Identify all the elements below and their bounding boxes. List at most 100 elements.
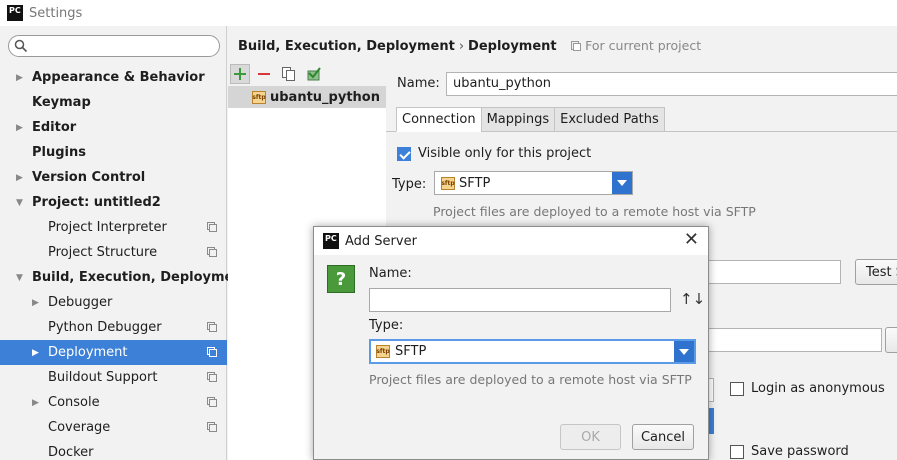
visible-only-label: Visible only for this project: [418, 146, 592, 161]
search-icon: [14, 39, 28, 53]
sidebar-item-label: Debugger: [48, 295, 113, 310]
sidebar-item-label: Deployment: [48, 345, 128, 360]
sidebar-item-label: Build, Execution, Deployment: [32, 270, 249, 285]
sftp-icon: sftp: [252, 90, 266, 104]
name-label: Name:: [397, 76, 440, 91]
project-scope-icon: [571, 41, 582, 51]
sidebar-item[interactable]: ▶ Console: [0, 390, 227, 415]
sidebar-item[interactable]: ▶ Version Control: [0, 165, 227, 190]
close-icon[interactable]: ✕: [684, 231, 699, 249]
breadcrumb: Build, Execution, Deployment › Deployment …: [238, 38, 701, 54]
sidebar-item-label: Appearance & Behavior: [32, 70, 205, 85]
dialog-title-bar: PC Add Server ✕: [314, 227, 708, 255]
sidebar-item-label: Project Structure: [48, 245, 158, 260]
plus-icon: [234, 68, 246, 80]
type-label: Type:: [392, 177, 427, 192]
sidebar-item[interactable]: ▼ Project: untitled2: [0, 190, 227, 215]
type-hint: Project files are deployed to a remote h…: [433, 204, 756, 219]
sidebar-item-label: Buildout Support: [48, 370, 158, 385]
project-scope-icon: [207, 347, 217, 357]
question-icon: ?: [327, 265, 355, 293]
sidebar-item[interactable]: ▶ Deployment: [0, 340, 227, 365]
breadcrumb-separator: ›: [458, 39, 465, 54]
save-password-checkbox[interactable]: [730, 444, 744, 459]
dialog-type-value: SFTP: [395, 344, 427, 359]
collapsed-arrow-icon[interactable]: ▶: [32, 398, 39, 408]
project-scope-icon: [207, 372, 217, 382]
collapsed-arrow-icon[interactable]: ▶: [16, 123, 23, 133]
sidebar-item-label: Console: [48, 395, 100, 410]
sidebar-item[interactable]: Keymap: [0, 90, 227, 115]
dialog-name-input[interactable]: [369, 288, 671, 312]
dialog-hint: Project files are deployed to a remote h…: [369, 372, 692, 387]
dialog-title: Add Server: [345, 233, 417, 249]
server-list-item[interactable]: sftp ubantu_python: [228, 86, 386, 108]
add-server-button[interactable]: [230, 64, 250, 84]
sidebar-item[interactable]: Plugins: [0, 140, 227, 165]
sidebar-item[interactable]: Project Structure: [0, 240, 227, 265]
sort-icon[interactable]: ↑↓: [680, 290, 705, 308]
tab-connection[interactable]: Connection: [396, 107, 482, 132]
sidebar-item-label: Coverage: [48, 420, 111, 435]
host-field[interactable]: [700, 260, 841, 284]
login-anonymous-label: Login as anonymous: [751, 381, 885, 396]
checkbox-checked-icon: [397, 146, 411, 161]
title-bar: PC Settings: [0, 0, 897, 26]
collapsed-arrow-icon[interactable]: ▶: [16, 173, 23, 183]
check-icon: [307, 67, 321, 81]
sidebar-item[interactable]: Docker: [0, 440, 227, 460]
sidebar-item-label: Project: untitled2: [32, 195, 161, 210]
expanded-arrow-icon[interactable]: ▼: [16, 273, 23, 283]
sftp-icon: sftp: [376, 345, 390, 358]
app-logo-icon: PC: [7, 5, 23, 21]
expanded-arrow-icon[interactable]: ▼: [16, 198, 23, 208]
scope-label: For current project: [571, 38, 701, 53]
sidebar-item-label: Docker: [48, 445, 94, 460]
breadcrumb-current: Deployment: [468, 39, 557, 54]
tab-excluded-paths[interactable]: Excluded Paths: [554, 107, 665, 132]
collapsed-arrow-icon[interactable]: ▶: [32, 348, 39, 358]
project-scope-icon: [207, 322, 217, 332]
type-select[interactable]: sftp SFTP: [434, 171, 633, 195]
chevron-down-icon: [674, 341, 694, 362]
search-input[interactable]: [8, 35, 220, 57]
sidebar-item[interactable]: Buildout Support: [0, 365, 227, 390]
ok-button[interactable]: OK: [560, 424, 621, 450]
sidebar-item[interactable]: ▶ Editor: [0, 115, 227, 140]
sidebar-item[interactable]: ▶ Appearance & Behavior: [0, 65, 227, 90]
tab-mappings[interactable]: Mappings: [480, 107, 556, 132]
dialog-type-label: Type:: [369, 318, 404, 333]
sidebar-item[interactable]: Coverage: [0, 415, 227, 440]
add-server-dialog: PC Add Server ✕ ? Name: ↑↓ Type: sftp SF…: [313, 226, 709, 460]
dialog-type-select[interactable]: sftp SFTP: [369, 339, 696, 364]
server-name: ubantu_python: [270, 89, 380, 105]
minus-icon: [258, 73, 270, 75]
cancel-button[interactable]: Cancel: [632, 424, 694, 450]
visible-only-checkbox[interactable]: [397, 146, 411, 161]
window-title: Settings: [29, 5, 83, 21]
breadcrumb-parent: Build, Execution, Deployment: [238, 39, 455, 54]
collapsed-arrow-icon[interactable]: ▶: [32, 298, 39, 308]
project-scope-icon: [207, 422, 217, 432]
copy-icon: [282, 67, 295, 81]
sidebar-item-label: Editor: [32, 120, 77, 135]
collapsed-arrow-icon[interactable]: ▶: [16, 73, 23, 83]
copy-server-button[interactable]: [279, 64, 299, 84]
settings-tree: ▶ Appearance & Behavior Keymap ▶ Editor Plugi…: [0, 65, 249, 460]
server-toolbar: [228, 61, 386, 87]
use-as-default-button[interactable]: [304, 64, 324, 84]
sidebar-item[interactable]: Python Debugger: [0, 315, 227, 340]
app-logo-icon: PC: [323, 233, 339, 249]
sidebar-item[interactable]: Project Interpreter: [0, 215, 227, 240]
browse-button[interactable]: [885, 327, 897, 353]
server-name-field[interactable]: ubantu_python: [446, 72, 897, 96]
sidebar-item-label: Plugins: [32, 145, 86, 160]
config-tabs: Connection Mappings Excluded Paths: [396, 107, 665, 132]
sidebar-item-label: Keymap: [32, 95, 91, 110]
test-connection-button[interactable]: Test S: [855, 259, 897, 285]
sidebar-item[interactable]: ▶ Debugger: [0, 290, 227, 315]
root-path-field[interactable]: [700, 328, 882, 352]
remove-server-button[interactable]: [254, 64, 274, 84]
login-anonymous-checkbox[interactable]: [730, 381, 744, 396]
sidebar-item[interactable]: ▼ Build, Execution, Deployment: [0, 265, 249, 290]
